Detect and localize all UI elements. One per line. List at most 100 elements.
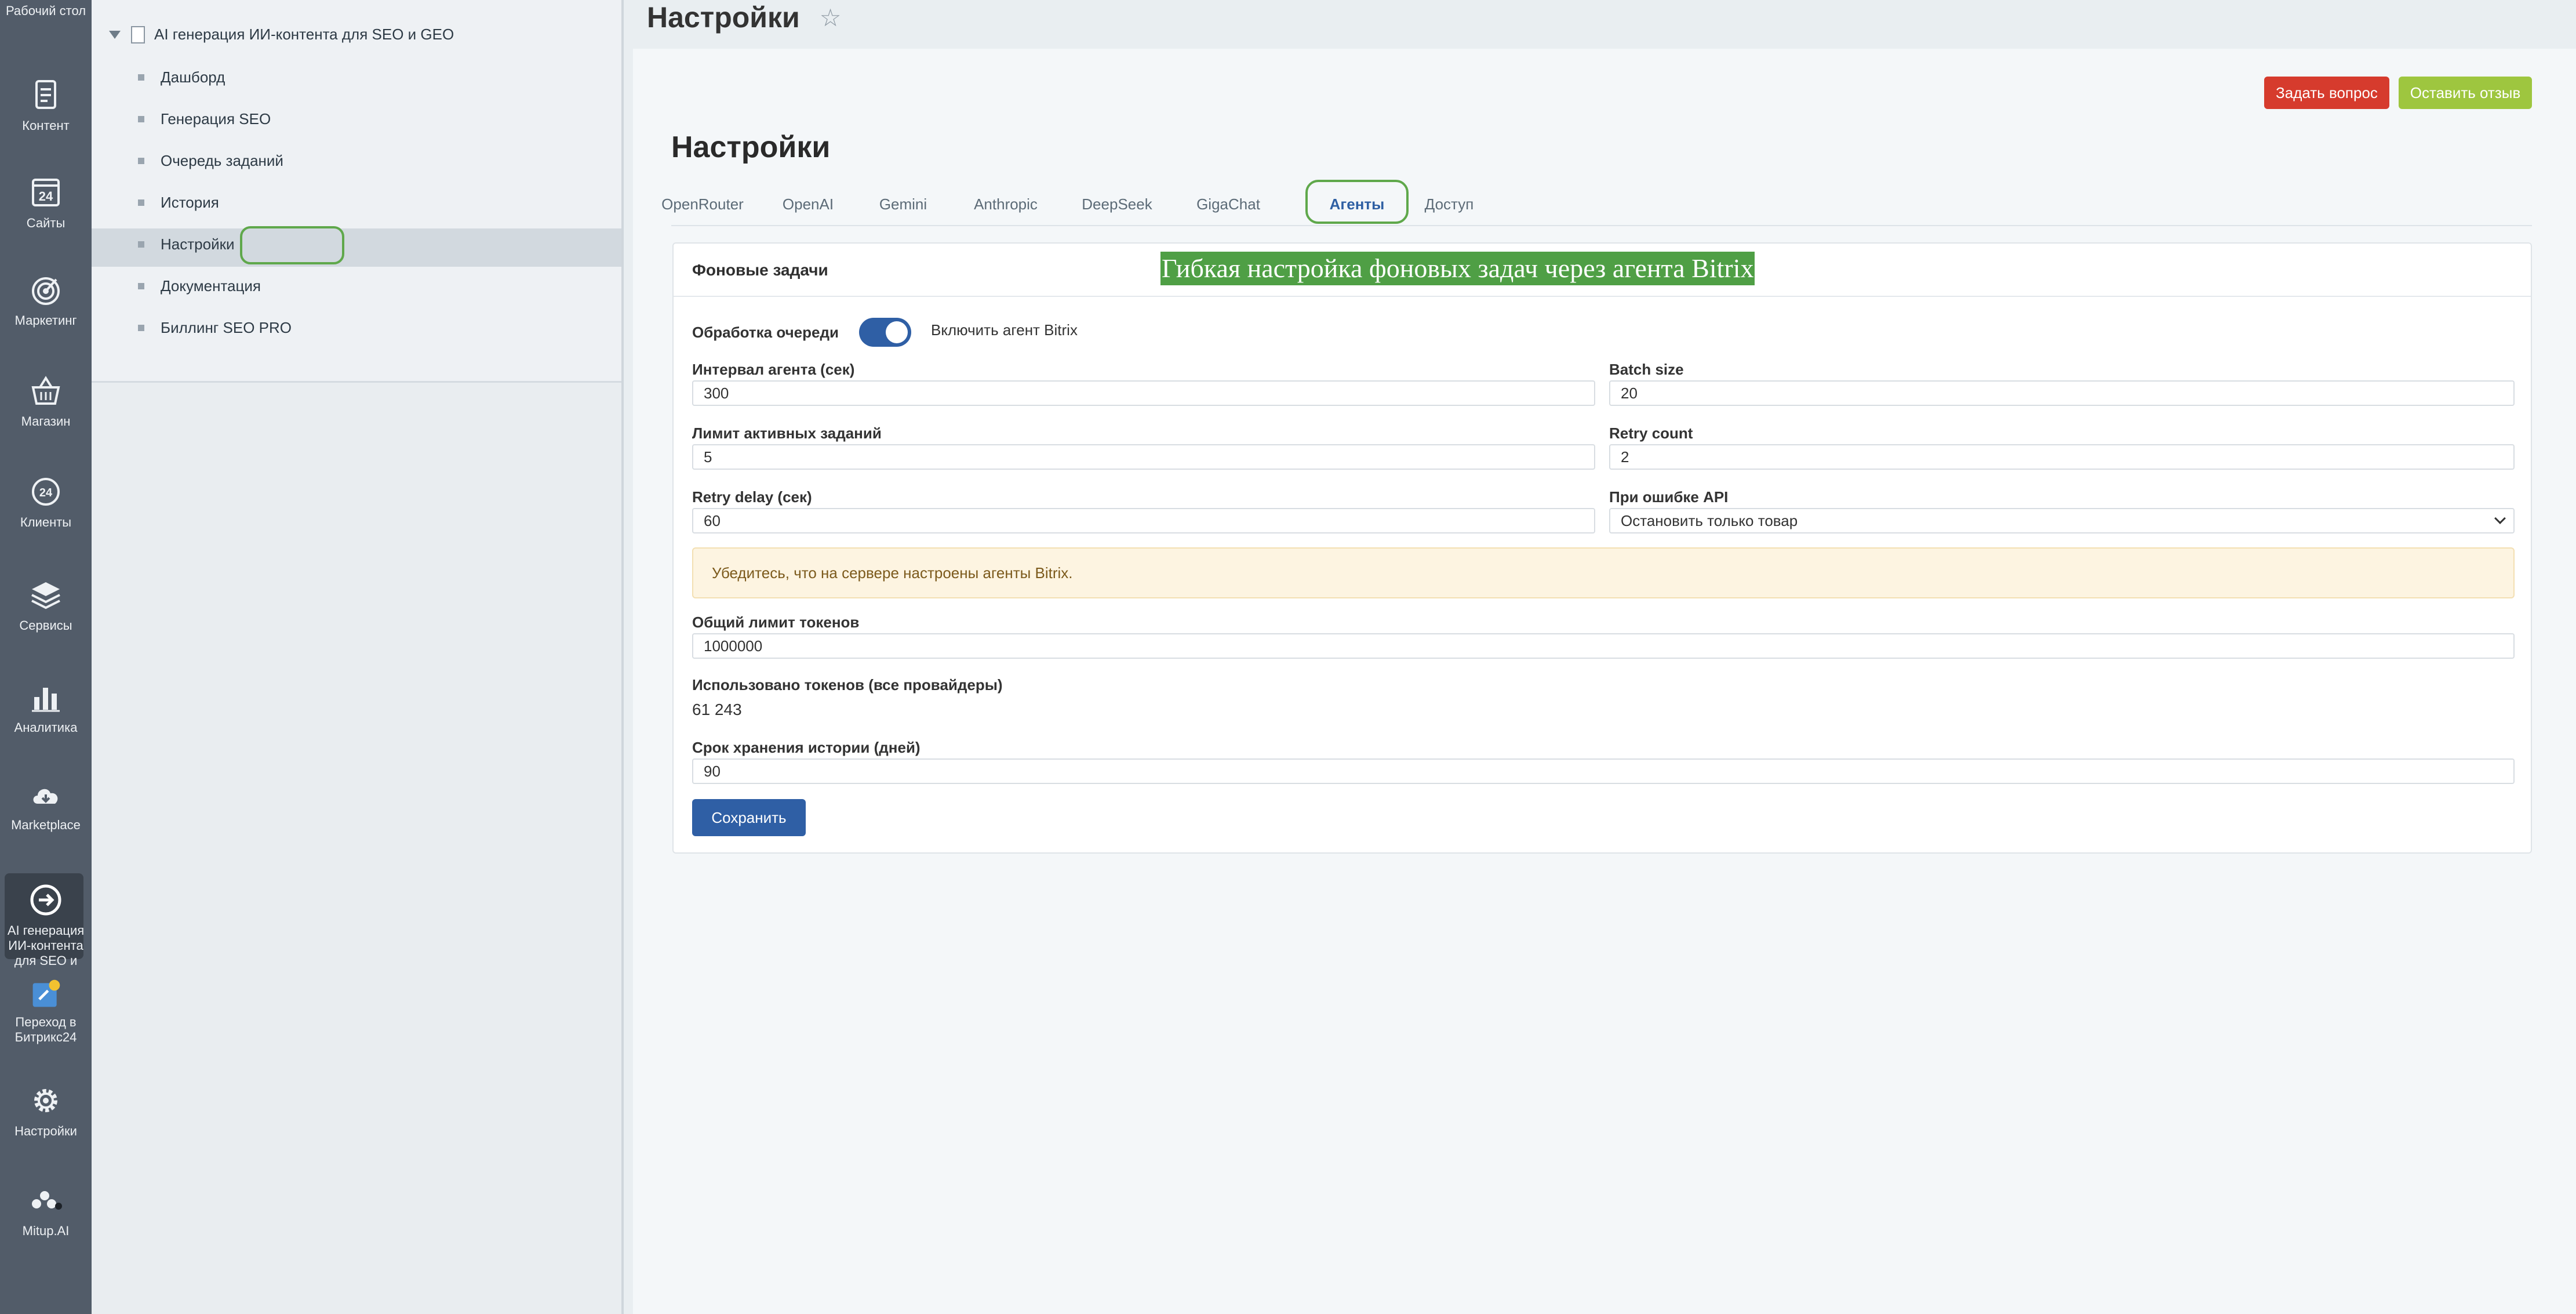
rail-item-ai-generation[interactable]: AI генерация ИИ-контента для SEO и — [0, 883, 92, 968]
leave-review-button[interactable]: Оставить отзыв — [2399, 77, 2532, 109]
layers-icon — [31, 582, 60, 609]
tab-access[interactable]: Доступ — [1422, 183, 1476, 225]
tree-item-settings[interactable]: Настройки — [138, 235, 235, 253]
background-tasks-card: Фоновые задачи Гибкая настройка фоновых … — [672, 242, 2532, 854]
chevron-down-icon — [2494, 513, 2506, 524]
settings-heading: Настройки — [671, 130, 831, 164]
tab-gemini[interactable]: Gemini — [878, 183, 929, 225]
star-icon[interactable]: ☆ — [820, 3, 842, 32]
bitrix-icon — [32, 979, 60, 1007]
rail-item-sites[interactable]: 24 Сайты — [0, 175, 92, 231]
tokens-used-label: Использовано токенов (все провайдеры) — [692, 676, 1003, 694]
tab-gigachat[interactable]: GigaChat — [1195, 183, 1261, 225]
rail-item-label: Marketplace — [11, 818, 81, 832]
tree-selection-highlight — [240, 226, 344, 264]
rail-item-analytics[interactable]: Аналитика — [0, 680, 92, 735]
tree-root-item[interactable]: AI генерация ИИ-контента для SEO и GEO — [109, 26, 454, 43]
tab-anthropic[interactable]: Anthropic — [973, 183, 1039, 225]
svg-text:24: 24 — [39, 487, 53, 499]
tree-item-label: Настройки — [161, 235, 235, 253]
clients-24-icon: 24 — [32, 478, 60, 506]
rail-item-label: Сайты — [26, 216, 66, 230]
agent-interval-label: Интервал агента (сек) — [692, 361, 855, 378]
tree-item-billing[interactable]: Биллинг SEO PRO — [138, 319, 292, 337]
tree-item-task-queue[interactable]: Очередь заданий — [138, 152, 283, 170]
batch-size-label: Batch size — [1609, 361, 1684, 378]
basket-icon — [31, 376, 60, 405]
page-icon — [131, 26, 145, 43]
rail-item-marketplace[interactable]: Marketplace — [0, 777, 92, 833]
bullet-icon — [138, 199, 144, 206]
save-button[interactable]: Сохранить — [692, 799, 806, 836]
retry-count-label: Retry count — [1609, 424, 1693, 442]
page-header: Настройки ☆ — [647, 0, 841, 35]
page-title: Настройки — [647, 1, 800, 34]
tree-item-label: Генерация SEO — [161, 110, 271, 128]
tree-item-label: Дашборд — [161, 68, 225, 86]
mitup-logo-icon — [32, 1191, 62, 1210]
card-header: Фоновые задачи Гибкая настройка фоновых … — [674, 244, 2531, 297]
tree-root-label: AI генерация ИИ-контента для SEO и GEO — [154, 26, 454, 43]
tree-item-label: История — [161, 194, 219, 211]
agent-toggle[interactable] — [859, 318, 911, 347]
target-icon — [32, 277, 60, 305]
rail-item-label: Маркетинг — [14, 313, 77, 328]
retry-count-input[interactable]: 2 — [1609, 444, 2515, 470]
batch-size-input[interactable]: 20 — [1609, 380, 2515, 406]
rail-item-label: AI генерация ИИ-контента для SEO и — [7, 923, 85, 968]
arrow-circle-icon — [30, 884, 61, 916]
on-api-error-value: Остановить только товар — [1621, 511, 1798, 529]
rail-item-label: Сервисы — [19, 618, 72, 633]
rail-item-label: Контент — [22, 118, 70, 133]
ask-question-button[interactable]: Задать вопрос — [2264, 77, 2389, 109]
tree-item-seo-generation[interactable]: Генерация SEO — [138, 110, 271, 128]
toggle-knob — [886, 321, 908, 343]
gear-icon — [34, 1089, 57, 1112]
agent-interval-input[interactable]: 300 — [692, 380, 1595, 406]
rail-item-services[interactable]: Сервисы — [0, 578, 92, 633]
active-limit-label: Лимит активных заданий — [692, 424, 882, 442]
rail-item-desktop[interactable]: Рабочий стол — [0, 3, 92, 19]
bullet-icon — [138, 325, 144, 331]
rail-item-settings[interactable]: Настройки — [0, 1083, 92, 1139]
rail-item-shop[interactable]: Магазин — [0, 373, 92, 429]
tab-openrouter[interactable]: OpenRouter — [661, 183, 744, 225]
bullet-icon — [138, 283, 144, 289]
on-api-error-select[interactable]: Остановить только товар — [1609, 508, 2515, 533]
active-limit-input[interactable]: 5 — [692, 444, 1595, 470]
svg-text:24: 24 — [39, 189, 53, 204]
tokens-used-value: 61 243 — [692, 700, 742, 718]
tree-item-history[interactable]: История — [138, 194, 219, 212]
section-tree-panel: AI генерация ИИ-контента для SEO и GEO Д… — [92, 0, 624, 1314]
bullet-icon — [138, 74, 144, 81]
tab-openai[interactable]: OpenAI — [781, 183, 835, 225]
cloud-icon — [33, 789, 58, 804]
rail-item-label: Рабочий стол — [5, 3, 86, 18]
tree-item-label: Очередь заданий — [161, 152, 283, 169]
rail-item-clients[interactable]: 24 Клиенты — [0, 474, 92, 530]
rail-item-label: Магазин — [21, 414, 71, 429]
rail-item-label: Клиенты — [20, 515, 72, 529]
tab-deepseek[interactable]: DeepSeek — [1082, 183, 1152, 225]
rail-item-label: Mitup.AI — [22, 1224, 70, 1238]
queue-processing-label: Обработка очереди — [692, 324, 839, 341]
rail-item-content[interactable]: Контент — [0, 78, 92, 133]
on-api-error-label: При ошибке API — [1609, 488, 1729, 506]
active-tab-highlight — [1305, 180, 1409, 224]
expand-arrow-icon[interactable] — [109, 30, 121, 39]
history-days-input[interactable]: 90 — [692, 758, 2515, 784]
agent-toggle-label: Включить агент Bitrix — [931, 321, 1078, 339]
rail-item-mitup[interactable]: Mitup.AI — [0, 1183, 92, 1239]
bullet-icon — [138, 241, 144, 248]
rail-item-label: Настройки — [14, 1124, 77, 1138]
rail-item-label: Аналитика — [14, 720, 78, 735]
rail-item-bitrix24[interactable]: Переход в Битрикс24 — [0, 978, 92, 1045]
tree-item-documentation[interactable]: Документация — [138, 277, 261, 295]
workarea: Задать вопрос Оставить отзыв Настройки O… — [633, 49, 2576, 1314]
retry-delay-input[interactable]: 60 — [692, 508, 1595, 533]
rail-item-marketing[interactable]: Маркетинг — [0, 273, 92, 328]
token-limit-label: Общий лимит токенов — [692, 614, 860, 631]
token-limit-input[interactable]: 1000000 — [692, 633, 2515, 659]
bullet-icon — [138, 158, 144, 164]
tree-item-dashboard[interactable]: Дашборд — [138, 68, 225, 86]
